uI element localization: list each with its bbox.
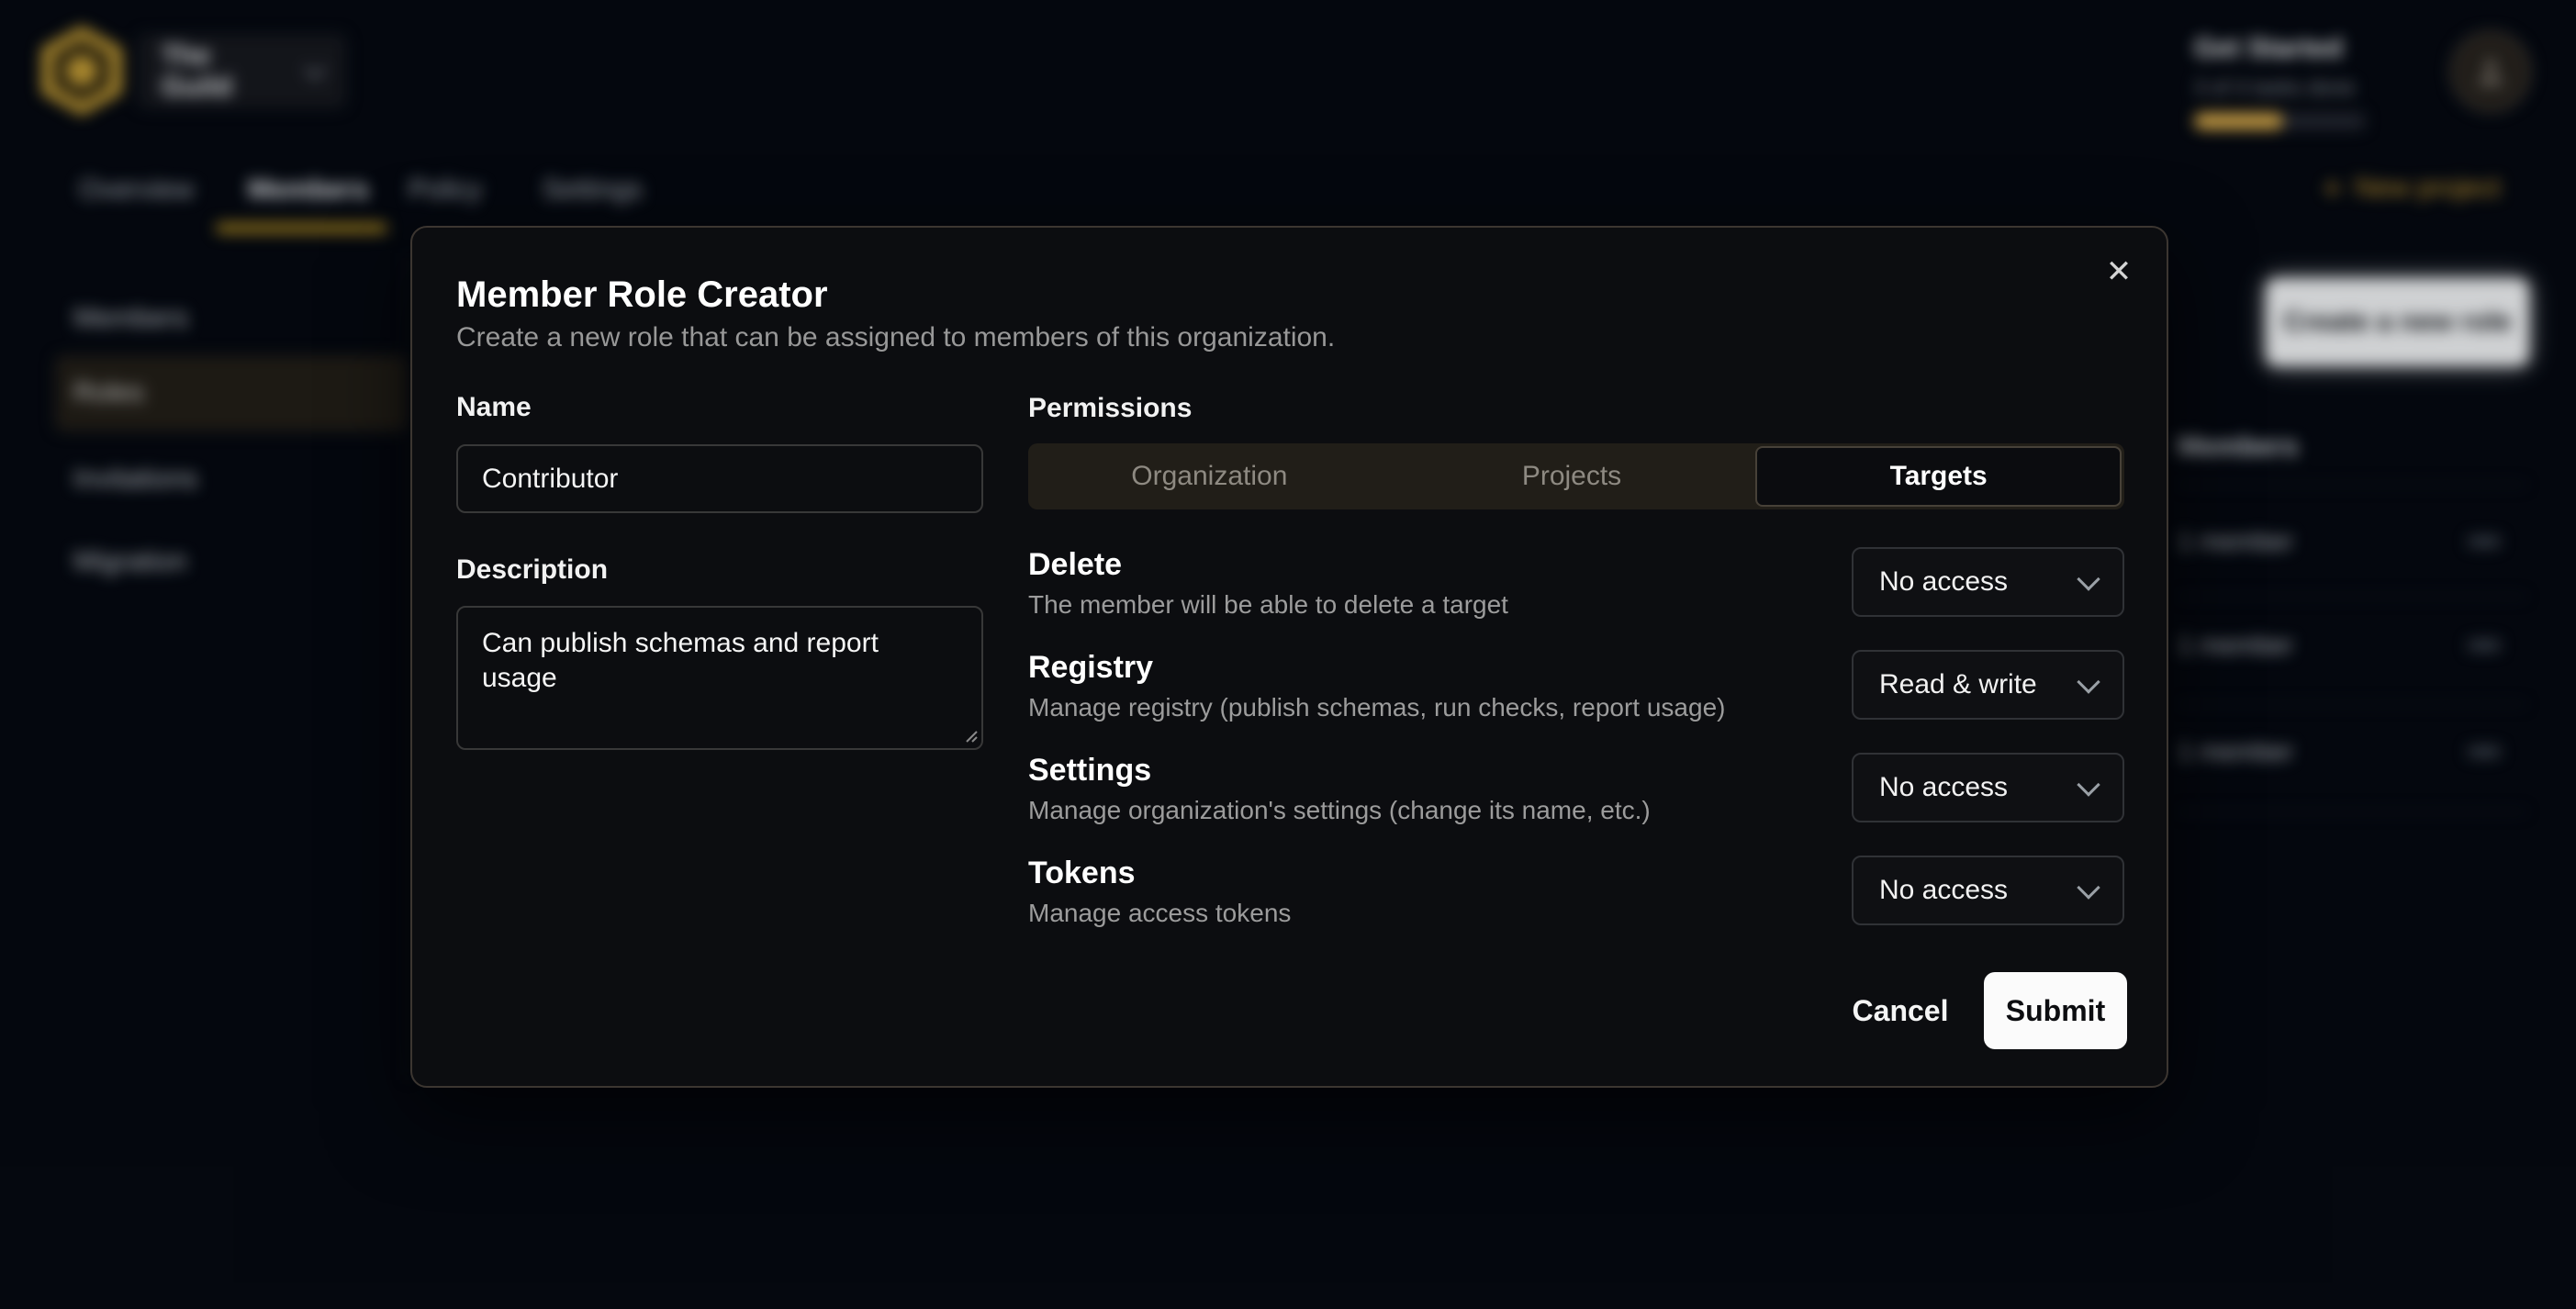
perm-row-description: Manage registry (publish schemas, run ch… — [1028, 692, 1725, 723]
permissions-column: Permissions Organization Projects Target… — [1028, 228, 2124, 1090]
member-role-creator-dialog: ✕ Member Role Creator Create a new role … — [410, 226, 2168, 1088]
description-textarea[interactable]: Can publish schemas and report usage — [456, 606, 983, 750]
app-screen: The Guild Get Started 3 of 4 tasks done … — [0, 0, 2576, 1309]
perm-access-select[interactable]: No access — [1852, 856, 2124, 925]
perm-row-title: Delete — [1028, 545, 1122, 584]
perm-access-value: No access — [1879, 566, 2080, 598]
chevron-down-icon — [2077, 567, 2100, 590]
perm-access-select[interactable]: No access — [1852, 753, 2124, 822]
permissions-tabstrip: Organization Projects Targets — [1028, 443, 2124, 509]
perm-access-value: No access — [1879, 875, 2080, 906]
submit-button[interactable]: Submit — [1984, 972, 2127, 1049]
description-field-wrap: Can publish schemas and report usage — [456, 606, 983, 750]
chevron-down-icon — [2077, 876, 2100, 899]
name-input[interactable] — [456, 444, 983, 513]
perm-access-select[interactable]: Read & write — [1852, 650, 2124, 720]
perm-row-title: Settings — [1028, 751, 1151, 789]
perm-row-description: Manage organization's settings (change i… — [1028, 795, 1651, 826]
perm-row-settings: Settings Manage organization's settings … — [1028, 753, 2124, 822]
perm-row-tokens: Tokens Manage access tokens No access — [1028, 856, 2124, 925]
perm-access-select[interactable]: No access — [1852, 547, 2124, 617]
perm-tab-organization[interactable]: Organization — [1028, 443, 1391, 509]
dialog-title: Member Role Creator — [456, 274, 828, 316]
cancel-button[interactable]: Cancel — [1836, 972, 1965, 1049]
perm-access-value: No access — [1879, 772, 2080, 803]
perm-row-registry: Registry Manage registry (publish schema… — [1028, 650, 2124, 720]
description-label: Description — [456, 554, 608, 587]
chevron-down-icon — [2077, 773, 2100, 796]
perm-row-title: Registry — [1028, 648, 1153, 687]
resize-handle-icon[interactable] — [961, 726, 978, 743]
perm-row-delete: Delete The member will be able to delete… — [1028, 547, 2124, 617]
perm-row-description: Manage access tokens — [1028, 898, 1291, 929]
chevron-down-icon — [2077, 670, 2100, 693]
perm-row-description: The member will be able to delete a targ… — [1028, 589, 1508, 621]
perm-tab-projects[interactable]: Projects — [1391, 443, 1753, 509]
perm-tab-targets[interactable]: Targets — [1755, 446, 2122, 507]
perm-row-title: Tokens — [1028, 854, 1136, 892]
name-label: Name — [456, 391, 532, 424]
perm-access-value: Read & write — [1879, 669, 2080, 700]
permissions-label: Permissions — [1028, 392, 1192, 425]
